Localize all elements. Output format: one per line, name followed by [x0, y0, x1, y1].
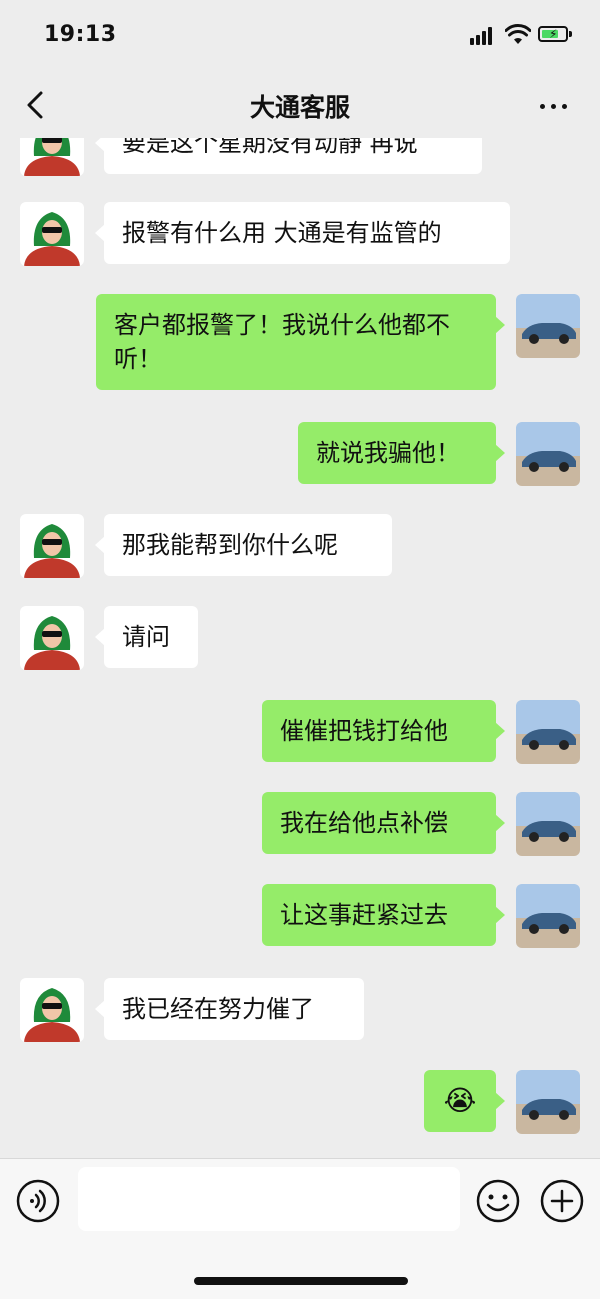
- car-photo-icon: [516, 294, 580, 358]
- person-portrait-icon: [20, 514, 84, 578]
- car-photo-icon: [516, 792, 580, 856]
- message-bubble[interactable]: 我已经在努力催了: [95, 978, 364, 1040]
- message-input[interactable]: [78, 1167, 460, 1231]
- add-more-icon[interactable]: [540, 1179, 584, 1223]
- emoji-icon[interactable]: [476, 1179, 520, 1223]
- contact-avatar[interactable]: [20, 202, 84, 266]
- my-avatar[interactable]: [516, 792, 580, 856]
- contact-avatar[interactable]: [20, 606, 84, 670]
- contact-avatar[interactable]: [20, 138, 84, 176]
- car-photo-icon: [516, 884, 580, 948]
- car-photo-icon: [516, 1070, 580, 1134]
- car-photo-icon: [516, 700, 580, 764]
- input-bar: [0, 1158, 600, 1299]
- cellular-signal-icon: [470, 27, 498, 45]
- person-portrait-icon: [20, 138, 84, 176]
- chat-title: 大通客服: [249, 93, 350, 122]
- status-time: 19:13: [44, 22, 117, 47]
- message-bubble[interactable]: 催催把钱打给他: [262, 700, 505, 762]
- person-portrait-icon: [20, 978, 84, 1042]
- message-bubble[interactable]: 客户都报警了！我说什么他都不听！: [96, 294, 505, 390]
- message-bubble[interactable]: 我在给他点补偿: [262, 792, 505, 854]
- contact-avatar[interactable]: [20, 514, 84, 578]
- my-avatar[interactable]: [516, 422, 580, 486]
- battery-charging-icon: ⚡: [538, 26, 572, 42]
- home-indicator[interactable]: [194, 1277, 408, 1285]
- message-bubble[interactable]: 请问: [95, 606, 198, 668]
- more-options-icon[interactable]: [536, 90, 572, 120]
- message-bubble[interactable]: 那我能帮到你什么呢: [95, 514, 392, 576]
- message-list[interactable]: 要是这个星期没有动静 再说 报警有什么用 大通是有监管的 客户都报警了！我说什么…: [0, 138, 600, 1158]
- message-bubble[interactable]: 就说我骗他！: [298, 422, 505, 484]
- my-avatar[interactable]: [516, 294, 580, 358]
- voice-input-icon[interactable]: [16, 1179, 60, 1223]
- car-photo-icon: [516, 422, 580, 486]
- emoji-message-bubble[interactable]: 😭: [424, 1070, 505, 1132]
- contact-avatar[interactable]: [20, 978, 84, 1042]
- my-avatar[interactable]: [516, 1070, 580, 1134]
- nav-bar: 大通客服: [0, 72, 600, 138]
- status-bar: 19:13 ⚡: [0, 0, 600, 72]
- person-portrait-icon: [20, 606, 84, 670]
- my-avatar[interactable]: [516, 700, 580, 764]
- message-bubble[interactable]: 要是这个星期没有动静 再说: [95, 138, 482, 174]
- person-portrait-icon: [20, 202, 84, 266]
- message-bubble[interactable]: 让这事赶紧过去: [262, 884, 505, 946]
- wifi-icon: [505, 24, 531, 44]
- my-avatar[interactable]: [516, 884, 580, 948]
- message-bubble[interactable]: 报警有什么用 大通是有监管的: [95, 202, 510, 264]
